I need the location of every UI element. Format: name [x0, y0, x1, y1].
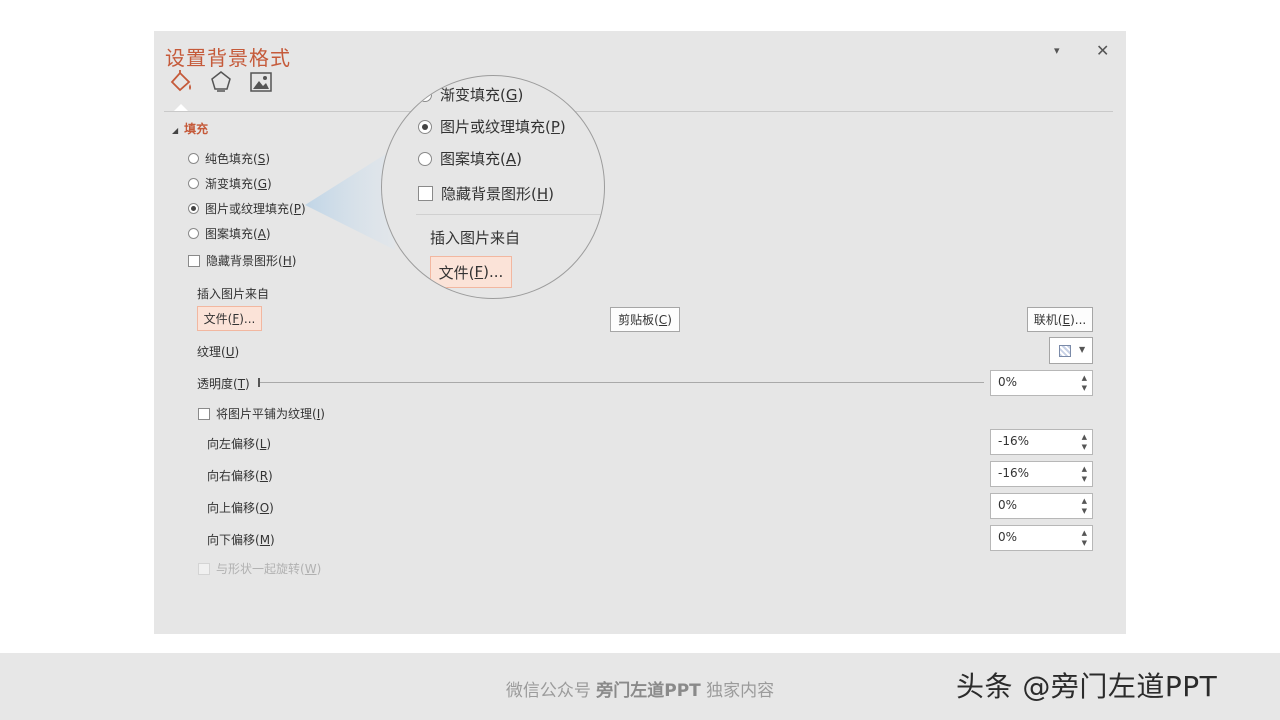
- mag-divider: [416, 214, 604, 215]
- footer-brand: 旁门左道PPT: [596, 681, 701, 701]
- magnifier-callout: 渐变填充(G) 图片或纹理填充(P) 图案填充(A) 隐藏背景图形(H) 插入图…: [381, 75, 605, 299]
- radio-circle: [418, 87, 432, 102]
- footer-bar: 微信公众号 旁门左道PPT 独家内容 头条 @旁门左道PPT: [0, 653, 1280, 720]
- radio-circle: [418, 151, 432, 166]
- mag-radio-gradient-fill: 渐变填充(G): [418, 84, 523, 105]
- mag-insert-picture-label: 插入图片来自: [430, 229, 521, 247]
- magnifier-beam: [305, 150, 395, 250]
- mag-radio-pattern-fill: 图案填充(A): [418, 148, 522, 169]
- mag-file-button: 文件(F)...: [430, 256, 512, 288]
- checkbox-box: [418, 186, 433, 201]
- watermark: 头条 @旁门左道PPT: [956, 670, 1218, 703]
- mag-radio-picture-texture-fill: 图片或纹理填充(P): [418, 116, 566, 137]
- radio-circle-selected: [418, 119, 432, 134]
- mag-checkbox-hide-background: 隐藏背景图形(H): [418, 183, 554, 204]
